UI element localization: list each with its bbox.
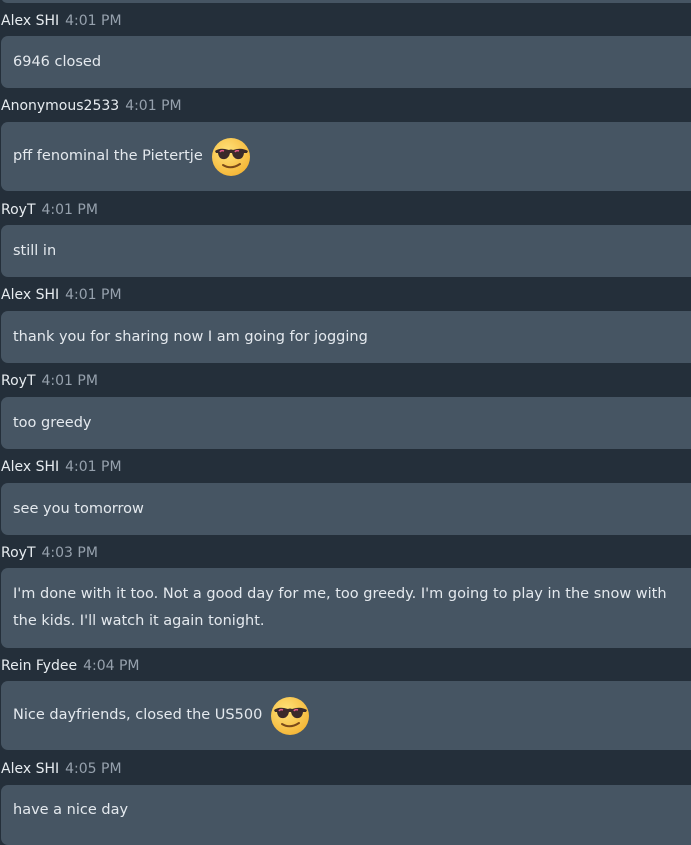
message-text: I'm done with it too. Not a good day for… (13, 586, 667, 629)
message-text: have a nice day (13, 802, 129, 818)
message-timestamp: 4:01 PM (41, 202, 98, 218)
message-header: Anonymous2533 4:01 PM (1, 96, 182, 116)
message-author[interactable]: RoyT (1, 371, 36, 391)
message-timestamp: 4:05 PM (65, 761, 122, 777)
message-text: still in (13, 242, 57, 259)
message-bubble[interactable]: 6946 closed (1, 36, 691, 88)
message-bubble[interactable]: thank you for sharing now I am going for… (1, 311, 691, 363)
message-bubble[interactable]: I'm done with it too. Not a good day for… (1, 568, 691, 648)
message-timestamp: 4:01 PM (41, 373, 98, 389)
message-bubble[interactable]: pff fenominal the Pietertje (1, 122, 691, 191)
message-text: too greedy (13, 414, 92, 431)
message-text: thank you for sharing now I am going for… (13, 328, 368, 345)
message-header: Alex SHI 4:05 PM (1, 759, 122, 779)
message-author[interactable]: Alex SHI (1, 457, 59, 477)
message-author[interactable]: Rein Fydee (1, 656, 77, 676)
message-header: Rein Fydee 4:04 PM (1, 656, 140, 676)
message-author[interactable]: Anonymous2533 (1, 96, 119, 116)
message-header: RoyT 4:01 PM (1, 200, 98, 220)
chat-message-list: Alex SHI 4:01 PM 6946 closed Anonymous25… (0, 0, 691, 845)
message-bubble[interactable]: have a nice day (1, 785, 691, 845)
message-author[interactable]: Alex SHI (1, 759, 59, 779)
message-text: pff fenominal the Pietertje (13, 148, 203, 164)
message-timestamp: 4:01 PM (65, 459, 122, 475)
message-header: RoyT 4:01 PM (1, 371, 98, 391)
message-author[interactable]: RoyT (1, 543, 36, 563)
message-timestamp: 4:01 PM (65, 287, 122, 303)
message-author[interactable]: Alex SHI (1, 285, 59, 305)
message-text: 6946 closed (13, 53, 102, 70)
message-author[interactable]: Alex SHI (1, 11, 59, 31)
message-author[interactable]: RoyT (1, 200, 36, 220)
smiling-face-with-sunglasses-icon (211, 137, 250, 176)
message-header: RoyT 4:03 PM (1, 543, 98, 563)
message-bubble[interactable]: still in (1, 225, 691, 277)
message-header: Alex SHI 4:01 PM (1, 11, 122, 31)
message-timestamp: 4:04 PM (83, 658, 140, 674)
message-text: Nice dayfriends, closed the US500 (13, 707, 263, 723)
message-header: Alex SHI 4:01 PM (1, 285, 122, 305)
message-bubble[interactable]: see you tomorrow (1, 483, 691, 535)
message-bubble[interactable]: too greedy (1, 397, 691, 449)
message-timestamp: 4:03 PM (41, 545, 98, 561)
message-text: see you tomorrow (13, 500, 144, 517)
message-header: Alex SHI 4:01 PM (1, 457, 122, 477)
message-bubble-previous[interactable] (1, 0, 691, 3)
smiling-face-with-sunglasses-icon (271, 696, 310, 735)
message-timestamp: 4:01 PM (125, 98, 182, 114)
message-timestamp: 4:01 PM (65, 13, 122, 29)
message-bubble[interactable]: Nice dayfriends, closed the US500 (1, 681, 691, 750)
